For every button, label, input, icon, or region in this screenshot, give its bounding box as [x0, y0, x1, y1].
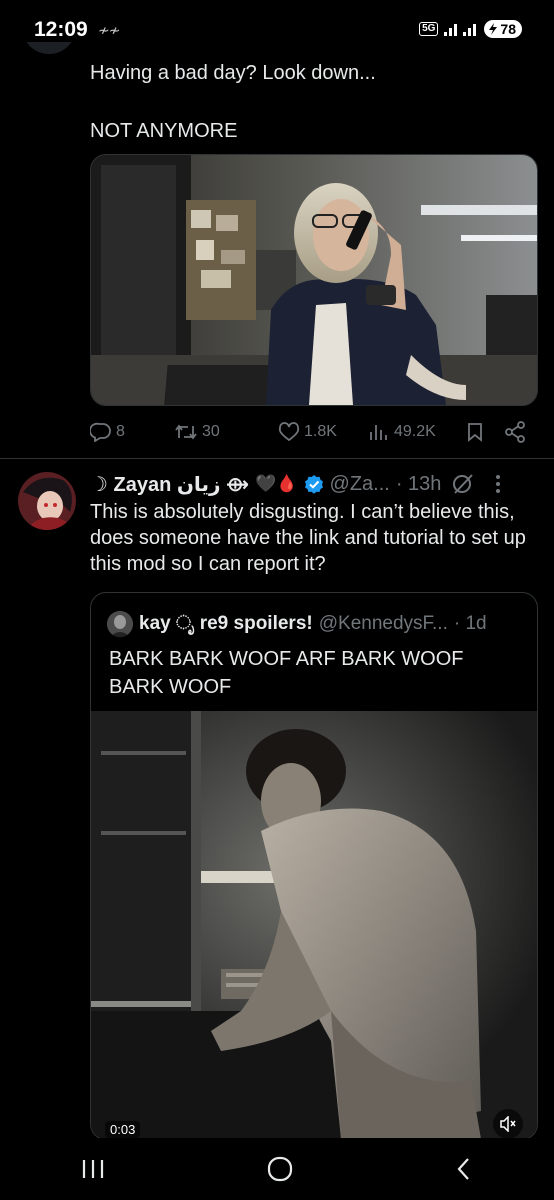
share-icon [505, 421, 525, 443]
repost-icon [175, 424, 197, 440]
quote-time: · 1d [453, 613, 487, 634]
tweet-time: · 13h [395, 472, 442, 495]
quote-author-name: kay ೃ re9 spoilers! [139, 613, 313, 634]
status-time: 12:09 [34, 18, 88, 41]
more-options-icon[interactable] [493, 473, 503, 495]
bookmark-button[interactable] [466, 422, 484, 447]
video-frame-image [91, 711, 537, 1139]
reply-count: 8 [116, 423, 125, 440]
office-scene-image [91, 155, 537, 405]
battery-level: 78 [500, 21, 516, 37]
muted-speaker-icon [500, 1116, 516, 1132]
verified-icon [304, 475, 323, 494]
status-icons: 5G 78 [419, 20, 522, 38]
reply-button[interactable]: 8 [90, 422, 125, 442]
grok-icon[interactable] [451, 473, 475, 495]
quote-video[interactable]: 0:03 [91, 711, 537, 1139]
author-handle[interactable]: @Za... [330, 473, 390, 496]
signal-icon [444, 24, 477, 36]
quote-avatar [107, 611, 133, 637]
tweet-text-line2: NOT ANYMORE [90, 120, 238, 142]
view-count: 49.2K [394, 423, 436, 440]
bookmark-icon [468, 423, 482, 442]
quote-header: kay ೃ re9 spoilers! @KennedysF... · 1d [107, 611, 487, 637]
quote-avatar-image [107, 611, 133, 637]
avatar[interactable] [18, 472, 76, 530]
quote-tweet[interactable]: kay ೃ re9 spoilers! @KennedysF... · 1d B… [90, 592, 538, 1140]
repost-button[interactable]: 30 [174, 422, 220, 442]
charging-icon [489, 23, 498, 35]
views-icon [370, 425, 387, 440]
network-type: 5G [419, 22, 439, 36]
like-count: 1.8K [304, 423, 337, 440]
tweet-text-line1: Having a bad day? Look down... [90, 62, 376, 84]
status-indicator: ≁≁ [98, 22, 120, 38]
quote-text: BARK BARK WOOF ARF BARK WOOF BARK WOOF [109, 648, 464, 698]
share-button[interactable] [504, 421, 526, 448]
recent-apps-icon[interactable] [80, 1158, 106, 1180]
tweet-image[interactable] [90, 154, 538, 406]
like-button[interactable]: 1.8K [278, 422, 337, 442]
avatar-image [18, 472, 76, 530]
home-icon[interactable] [267, 1156, 293, 1182]
tweet1-actions: 8 30 1.8K 49.2K [90, 420, 526, 444]
repost-count: 30 [202, 423, 220, 440]
tweet-divider [0, 458, 554, 459]
name-emoji: 🖤🩸 [255, 474, 298, 493]
views-button[interactable]: 49.2K [368, 422, 436, 442]
back-icon[interactable] [454, 1157, 474, 1181]
video-timestamp: 0:03 [105, 1121, 141, 1138]
system-nav-bar [0, 1138, 554, 1200]
tweet2-header: ☽ Zayan زيان ⟴ 🖤🩸 @Za... · 13h [90, 470, 530, 498]
tweet2-text: This is absolutely disgusting. I can’t b… [90, 501, 526, 575]
battery-indicator: 78 [484, 20, 522, 38]
reply-icon [90, 422, 111, 442]
author-name[interactable]: ☽ Zayan زيان ⟴ [90, 472, 249, 497]
mute-button[interactable] [493, 1109, 523, 1139]
quote-author-handle: @KennedysF... [318, 613, 448, 634]
heart-icon [278, 422, 300, 442]
